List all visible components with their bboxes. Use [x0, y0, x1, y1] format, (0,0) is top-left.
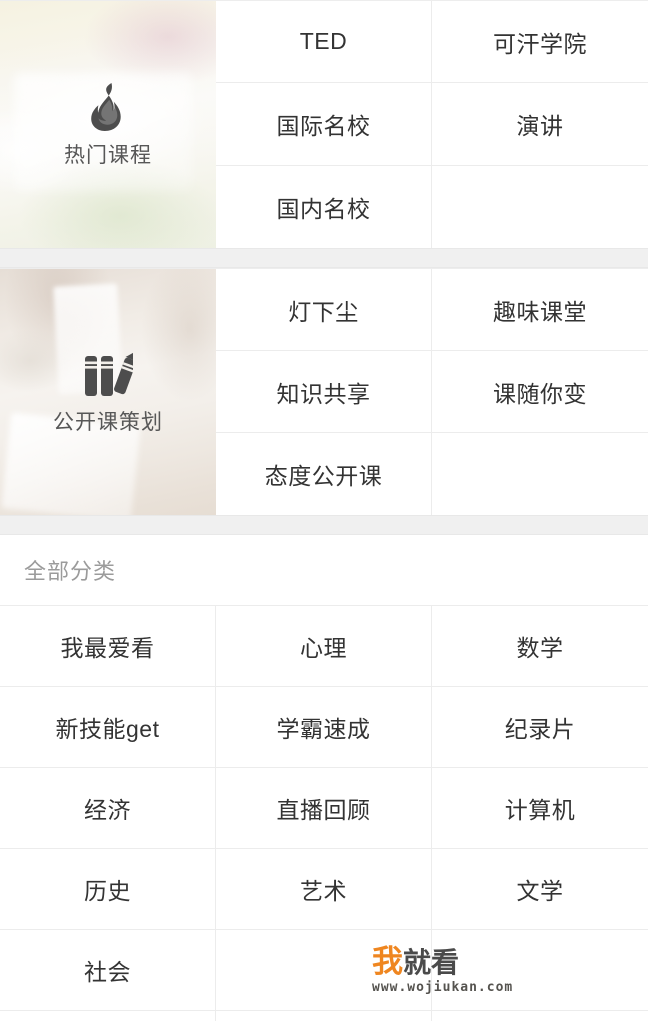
featured-item[interactable]: 灯下尘 — [216, 269, 432, 351]
category-item[interactable]: 我最爱看 — [0, 606, 216, 687]
featured-item[interactable]: 课随你变 — [432, 351, 648, 433]
category-item[interactable]: 心理 — [216, 606, 432, 687]
category-item-empty — [216, 930, 432, 1011]
featured-section-hot-courses: 热门课程 TED 可汗学院 国际名校 演讲 国内名校 — [0, 0, 648, 248]
category-item[interactable]: 历史 — [0, 849, 216, 930]
section-separator-band — [0, 515, 648, 535]
all-categories-section: 全部分类 我最爱看 心理 数学 新技能get 学霸速成 纪录片 经济 直播回顾 … — [0, 535, 648, 1021]
featured-grid-hot-courses: TED 可汗学院 国际名校 演讲 国内名校 — [216, 1, 648, 248]
featured-item-empty — [432, 433, 648, 515]
category-item[interactable]: 经济 — [0, 768, 216, 849]
featured-item[interactable]: 国内名校 — [216, 165, 432, 248]
category-item[interactable]: 新技能get — [0, 687, 216, 768]
featured-panel-label: 热门课程 — [64, 144, 152, 167]
section-title: 全部分类 — [24, 559, 117, 584]
panel-content: 公开课策划 — [0, 352, 216, 433]
all-categories-grid: 我最爱看 心理 数学 新技能get 学霸速成 纪录片 经济 直播回顾 计算机 历… — [0, 605, 648, 1021]
category-item-empty — [432, 930, 648, 1011]
category-item[interactable]: 学霸速成 — [216, 687, 432, 768]
category-item[interactable]: 社会 — [0, 930, 216, 1011]
featured-panel-hot-courses[interactable]: 热门课程 — [0, 1, 216, 248]
featured-item-empty — [432, 165, 648, 248]
category-item-empty — [432, 1011, 648, 1021]
featured-item[interactable]: 知识共享 — [216, 351, 432, 433]
panel-content: 热门课程 — [0, 83, 216, 166]
featured-item[interactable]: 趣味课堂 — [432, 269, 648, 351]
category-item[interactable]: 数学 — [432, 606, 648, 687]
featured-panel-open-course-planning[interactable]: 公开课策划 — [0, 269, 216, 515]
featured-item[interactable]: 态度公开课 — [216, 433, 432, 515]
category-item[interactable]: 文学 — [432, 849, 648, 930]
category-item-empty — [216, 1011, 432, 1021]
featured-item[interactable]: 演讲 — [432, 83, 648, 166]
featured-item[interactable]: TED — [216, 1, 432, 84]
books-icon — [83, 352, 133, 398]
category-item-empty — [0, 1011, 216, 1021]
all-categories-header: 全部分类 — [0, 535, 648, 605]
category-item[interactable]: 直播回顾 — [216, 768, 432, 849]
category-item[interactable]: 艺术 — [216, 849, 432, 930]
flame-icon — [87, 83, 129, 131]
featured-panel-label: 公开课策划 — [53, 410, 163, 434]
featured-item[interactable]: 可汗学院 — [432, 1, 648, 84]
featured-section-open-course-planning: 公开课策划 灯下尘 趣味课堂 知识共享 课随你变 态度公开课 — [0, 268, 648, 515]
category-item[interactable]: 计算机 — [432, 768, 648, 849]
category-item[interactable]: 纪录片 — [432, 687, 648, 768]
featured-item[interactable]: 国际名校 — [216, 83, 432, 166]
category-browser-screen: 热门课程 TED 可汗学院 国际名校 演讲 国内名校 公开课策划 灯下尘 趣味课… — [0, 0, 648, 1021]
section-separator-band — [0, 248, 648, 268]
featured-grid-open-course-planning: 灯下尘 趣味课堂 知识共享 课随你变 态度公开课 — [216, 269, 648, 515]
